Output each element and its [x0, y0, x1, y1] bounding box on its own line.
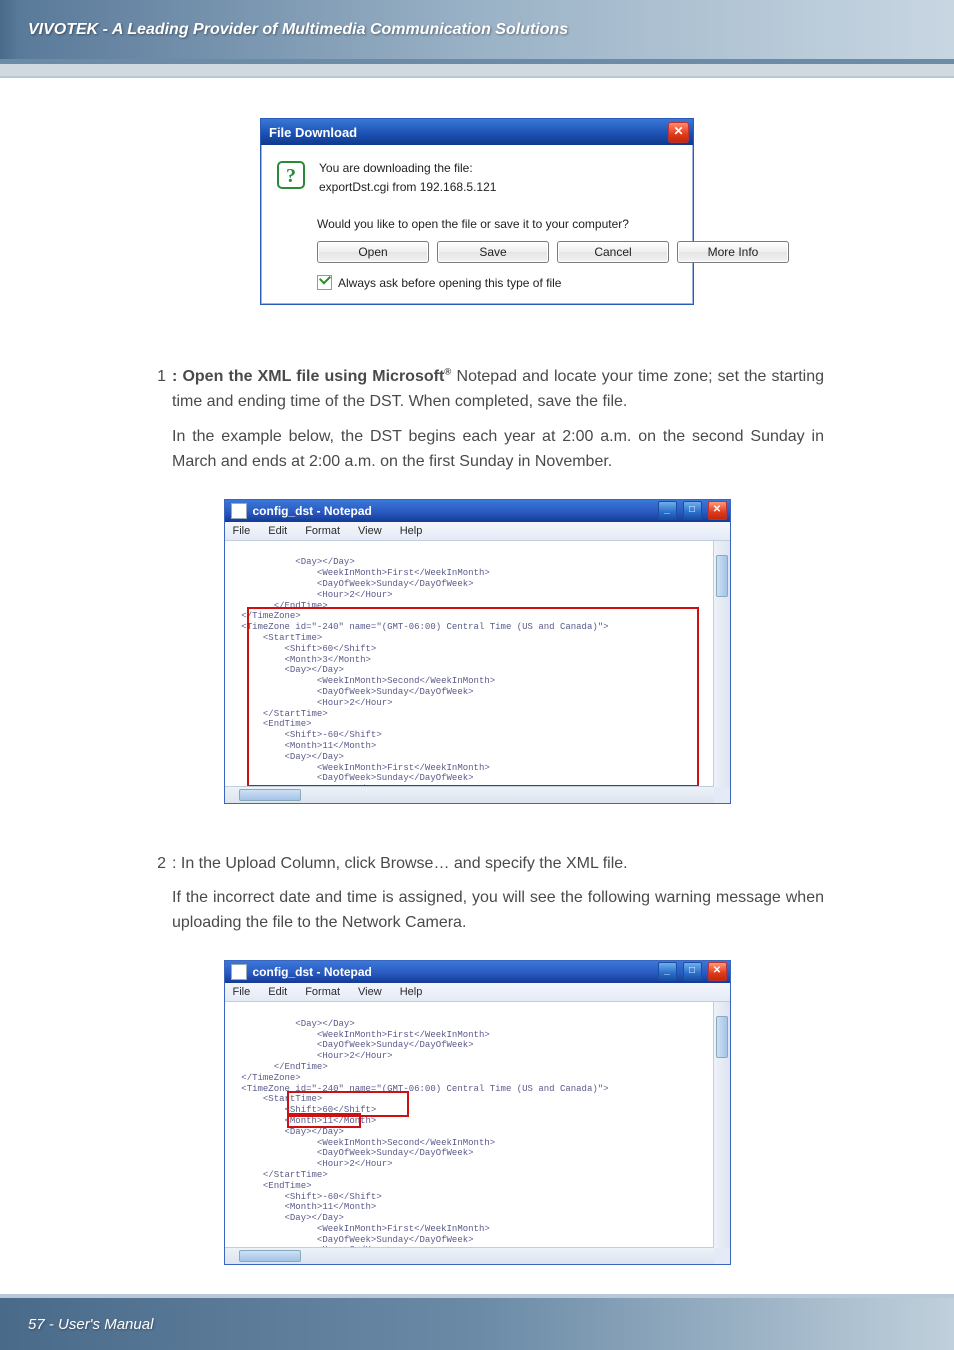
notepad-icon — [231, 964, 247, 980]
scrollbar-thumb[interactable] — [716, 555, 728, 597]
content-area: File Download ✕ ? You are downloading th… — [0, 78, 954, 1265]
step-1-block: 1 : Open the XML file using Microsoft® N… — [148, 365, 824, 474]
notepad-icon — [231, 503, 247, 519]
scrollbar-corner — [714, 1248, 730, 1264]
step-2-block: 2 : In the Upload Column, click Browse… … — [148, 852, 824, 936]
step-1-text: : Open the XML file using Microsoft® Not… — [172, 365, 824, 415]
file-download-title: File Download — [269, 125, 357, 140]
close-icon[interactable]: ✕ — [708, 962, 727, 981]
page-header: VIVOTEK - A Leading Provider of Multimed… — [0, 0, 954, 64]
minimize-icon[interactable]: _ — [658, 501, 677, 520]
notepad-body-2[interactable]: <Day></Day> <WeekInMonth>First</WeekInMo… — [225, 1002, 730, 1264]
notepad-code-2: <Day></Day> <WeekInMonth>First</WeekInMo… — [231, 1019, 609, 1264]
notepad-window-1: config_dst - Notepad _ □ ✕ File Edit For… — [224, 499, 731, 804]
fd-text-line2: exportDst.cgi from 192.168.5.121 — [319, 178, 496, 197]
sub-header-band — [0, 64, 954, 78]
menu-view[interactable]: View — [358, 986, 382, 998]
file-download-titlebar[interactable]: File Download ✕ — [261, 119, 693, 145]
scrollbar-thumb[interactable] — [239, 789, 301, 801]
fd-text-line1: You are downloading the file: — [319, 159, 496, 178]
more-info-button[interactable]: More Info — [677, 241, 789, 263]
step-2-text: : In the Upload Column, click Browse… an… — [172, 852, 824, 877]
notepad-body-1[interactable]: <Day></Day> <WeekInMonth>First</WeekInMo… — [225, 541, 730, 803]
maximize-icon[interactable]: □ — [683, 501, 702, 520]
vertical-scrollbar[interactable] — [713, 1002, 730, 1248]
step-2-para2: If the incorrect date and time is assign… — [172, 886, 824, 936]
notepad-code-1: <Day></Day> <WeekInMonth>First</WeekInMo… — [231, 557, 609, 802]
close-icon[interactable]: ✕ — [668, 122, 689, 143]
fd-prompt: Would you like to open the file or save … — [317, 217, 679, 231]
file-download-body: ? You are downloading the file: exportDs… — [261, 145, 693, 304]
notepad-menubar-1: File Edit Format View Help — [225, 522, 730, 541]
scrollbar-corner — [714, 787, 730, 803]
notepad-titlebar-2[interactable]: config_dst - Notepad _ □ ✕ — [225, 961, 730, 983]
notepad-titlebar-1[interactable]: config_dst - Notepad _ □ ✕ — [225, 500, 730, 522]
scrollbar-thumb[interactable] — [716, 1016, 728, 1058]
menu-help[interactable]: Help — [400, 986, 423, 998]
notepad-menubar-2: File Edit Format View Help — [225, 983, 730, 1002]
always-ask-checkbox[interactable] — [317, 275, 332, 290]
header-title: VIVOTEK - A Leading Provider of Multimed… — [28, 21, 568, 39]
always-ask-label: Always ask before opening this type of f… — [338, 276, 561, 290]
menu-format[interactable]: Format — [305, 525, 340, 537]
maximize-icon[interactable]: □ — [683, 962, 702, 981]
menu-help[interactable]: Help — [400, 525, 423, 537]
horizontal-scrollbar[interactable] — [225, 786, 714, 803]
menu-file[interactable]: File — [233, 525, 251, 537]
close-icon[interactable]: ✕ — [708, 501, 727, 520]
menu-format[interactable]: Format — [305, 986, 340, 998]
open-button[interactable]: Open — [317, 241, 429, 263]
scrollbar-thumb[interactable] — [239, 1250, 301, 1262]
footer-text: 57 - User's Manual — [28, 1316, 153, 1333]
vertical-scrollbar[interactable] — [713, 541, 730, 787]
minimize-icon[interactable]: _ — [658, 962, 677, 981]
notepad-title-2: config_dst - Notepad — [253, 965, 372, 979]
question-icon: ? — [275, 159, 307, 191]
svg-text:?: ? — [286, 165, 296, 187]
horizontal-scrollbar[interactable] — [225, 1247, 714, 1264]
file-download-dialog: File Download ✕ ? You are downloading th… — [260, 118, 694, 305]
save-button[interactable]: Save — [437, 241, 549, 263]
step-2-number: 2 — [148, 852, 166, 877]
menu-view[interactable]: View — [358, 525, 382, 537]
step-1-para2: In the example below, the DST begins eac… — [172, 425, 824, 475]
notepad-title-1: config_dst - Notepad — [253, 504, 372, 518]
menu-edit[interactable]: Edit — [268, 525, 287, 537]
page-footer: 57 - User's Manual — [0, 1294, 954, 1350]
menu-edit[interactable]: Edit — [268, 986, 287, 998]
cancel-button[interactable]: Cancel — [557, 241, 669, 263]
menu-file[interactable]: File — [233, 986, 251, 998]
step-1-number: 1 — [148, 365, 166, 415]
notepad-window-2: config_dst - Notepad _ □ ✕ File Edit For… — [224, 960, 731, 1265]
